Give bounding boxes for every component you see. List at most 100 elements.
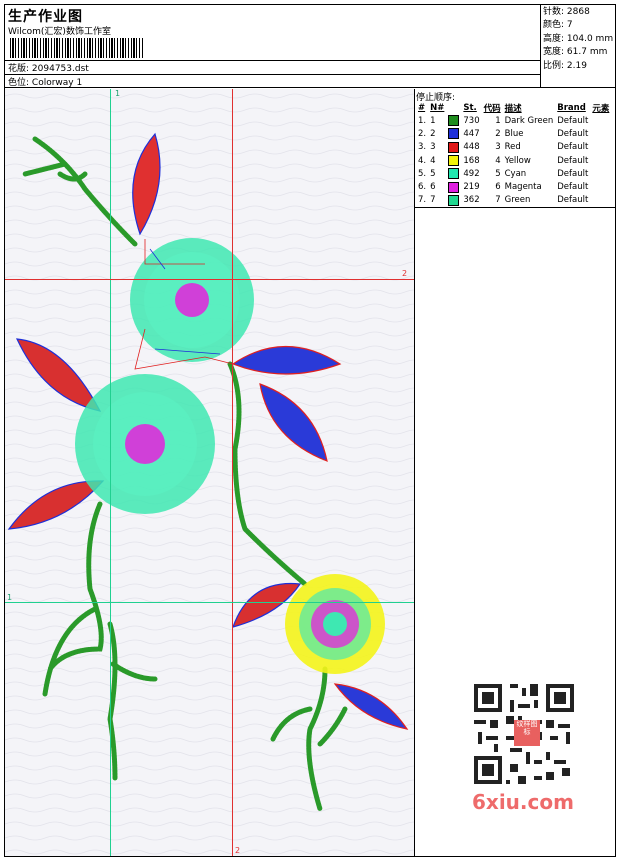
col-desc: 描述 bbox=[504, 103, 522, 114]
row-desc: Blue bbox=[504, 128, 524, 139]
row-brand: Default bbox=[557, 128, 589, 139]
color-swatch bbox=[448, 128, 460, 140]
colorway-value: Colorway 1 bbox=[31, 78, 83, 88]
row-swatch bbox=[446, 167, 461, 180]
row-code: 5 bbox=[495, 168, 501, 179]
row-desc: Magenta bbox=[504, 182, 542, 193]
row-element bbox=[590, 154, 611, 167]
row-needle: 7 bbox=[430, 195, 436, 206]
row-code: 2 bbox=[495, 128, 501, 139]
row-stitches: 448 bbox=[463, 142, 480, 153]
color-swatch bbox=[448, 155, 460, 167]
design-line: 花版: 2094753.dst bbox=[8, 61, 89, 74]
row-brand: Default bbox=[557, 168, 589, 179]
row-brand: Default bbox=[557, 115, 589, 126]
thread-row: 6. 6 219 6 Magenta Default bbox=[416, 180, 611, 193]
row-number: 4. bbox=[418, 155, 427, 166]
col-stitches: St. bbox=[463, 102, 477, 113]
studio-name: Wilcom(汇宏)数饰工作室 bbox=[8, 27, 111, 37]
row-stitches: 168 bbox=[463, 155, 480, 166]
row-swatch bbox=[446, 154, 461, 167]
row-swatch bbox=[446, 127, 461, 140]
row-desc: Green bbox=[504, 195, 531, 206]
row-brand: Default bbox=[557, 195, 589, 206]
design-label: 花版: bbox=[8, 64, 30, 74]
row-desc: Yellow bbox=[504, 155, 531, 166]
row-element bbox=[590, 141, 611, 154]
color-swatch bbox=[448, 194, 460, 206]
stat-height: 高度: 104.0 mm bbox=[543, 33, 614, 44]
row-code: 6 bbox=[495, 182, 501, 193]
row-element bbox=[590, 127, 611, 140]
barcode bbox=[10, 38, 144, 58]
col-element: 元素 bbox=[592, 103, 610, 114]
thread-row: 1. 1 730 1 Dark Green Default bbox=[416, 114, 611, 127]
guide-label-bottom-2: 2 bbox=[235, 846, 241, 855]
row-desc: Dark Green bbox=[504, 115, 554, 126]
row-code: 1 bbox=[495, 115, 501, 126]
thread-row: 4. 4 168 4 Yellow Default bbox=[416, 154, 611, 167]
row-element bbox=[590, 114, 611, 127]
row-number: 7. bbox=[418, 195, 427, 206]
embroidery-design bbox=[5, 89, 414, 856]
header-divider-2 bbox=[4, 74, 540, 75]
thread-row: 2. 2 447 2 Blue Default bbox=[416, 127, 611, 140]
guide-label-h2: 2 bbox=[402, 269, 408, 278]
color-swatch bbox=[448, 141, 460, 153]
stat-colors: 颜色: 7 bbox=[543, 20, 573, 31]
row-stitches: 492 bbox=[463, 168, 480, 179]
col-n: N# bbox=[430, 102, 445, 113]
design-canvas: 1 2 1 2 bbox=[5, 89, 415, 856]
guide-label-h1: 1 bbox=[7, 593, 13, 602]
col-num: # bbox=[418, 102, 426, 113]
row-needle: 1 bbox=[430, 115, 436, 126]
row-element bbox=[590, 194, 611, 207]
row-brand: Default bbox=[557, 182, 589, 193]
row-swatch bbox=[446, 114, 461, 127]
row-brand: Default bbox=[557, 155, 589, 166]
stat-scale: 比例: 2.19 bbox=[543, 60, 587, 71]
watermark: 6xiu.com bbox=[472, 790, 574, 814]
row-code: 7 bbox=[495, 195, 501, 206]
stat-width: 宽度: 61.7 mm bbox=[543, 47, 608, 58]
row-number: 3. bbox=[418, 142, 427, 153]
guide-label-v1: 1 bbox=[115, 89, 121, 98]
row-number: 2. bbox=[418, 128, 427, 139]
row-needle: 6 bbox=[430, 182, 436, 193]
color-swatch bbox=[448, 168, 460, 180]
color-swatch bbox=[448, 115, 460, 127]
row-element bbox=[590, 180, 611, 193]
stats-box: 针数: 2868 颜色: 7 高度: 104.0 mm 宽度: 61.7 mm … bbox=[540, 4, 616, 88]
row-number: 6. bbox=[418, 182, 427, 193]
row-code: 4 bbox=[495, 155, 501, 166]
row-brand: Default bbox=[557, 142, 589, 153]
page-title: 生产作业图 bbox=[8, 9, 83, 25]
thread-table-header: # N# St. 代码 描述 Brand 元素 bbox=[416, 101, 611, 114]
row-number: 5. bbox=[418, 168, 427, 179]
header: 生产作业图 Wilcom(汇宏)数饰工作室 花版: 2094753.dst 色位… bbox=[4, 4, 616, 88]
col-swatch bbox=[446, 101, 461, 114]
colorway-line: 色位: Colorway 1 bbox=[8, 75, 82, 88]
row-swatch bbox=[446, 180, 461, 193]
row-desc: Red bbox=[504, 142, 521, 153]
color-swatch bbox=[448, 181, 460, 193]
guide-vertical-2 bbox=[232, 89, 233, 856]
col-code: 代码 bbox=[483, 103, 501, 114]
row-number: 1. bbox=[418, 115, 427, 126]
guide-horizontal-1 bbox=[5, 602, 414, 603]
guide-vertical-1 bbox=[110, 89, 111, 856]
row-code: 3 bbox=[495, 142, 501, 153]
row-desc: Cyan bbox=[504, 168, 527, 179]
row-swatch bbox=[446, 141, 461, 154]
seal-stamp: 纹样图标 bbox=[514, 720, 540, 746]
row-stitches: 362 bbox=[463, 195, 480, 206]
guide-horizontal-2 bbox=[5, 279, 414, 280]
row-swatch bbox=[446, 194, 461, 207]
thread-table: # N# St. 代码 描述 Brand 元素 1. 1 730 1 Dark Gree… bbox=[416, 101, 611, 207]
thread-row: 3. 3 448 3 Red Default bbox=[416, 141, 611, 154]
thread-row: 5. 5 492 5 Cyan Default bbox=[416, 167, 611, 180]
panel-divider bbox=[415, 207, 616, 208]
thread-row: 7. 7 362 7 Green Default bbox=[416, 194, 611, 207]
row-stitches: 730 bbox=[463, 115, 480, 126]
row-stitches: 219 bbox=[463, 182, 480, 193]
